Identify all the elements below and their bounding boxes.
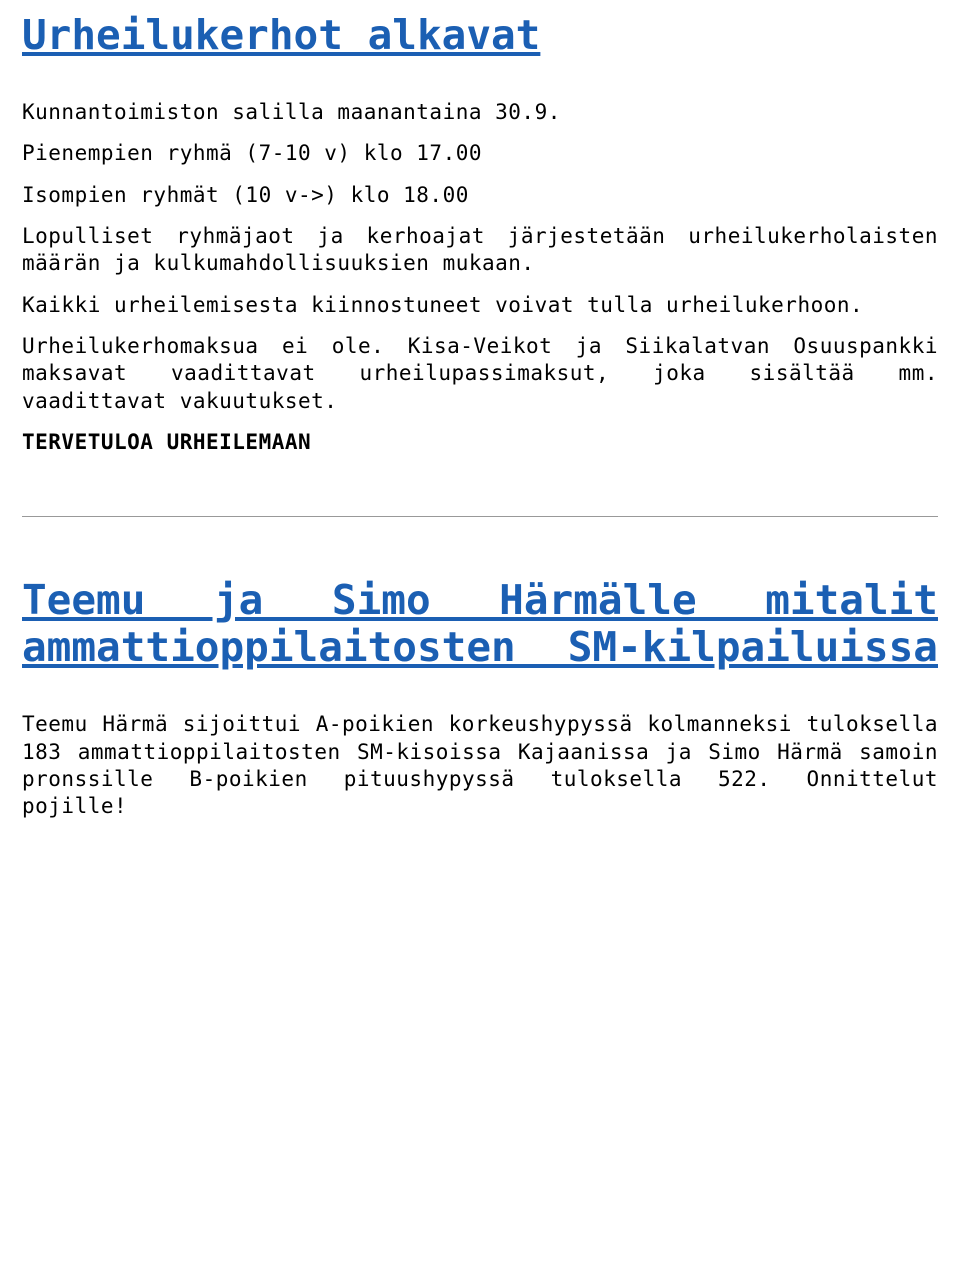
article-1: Urheilukerhot alkavat Kunnantoimiston sa… [22,12,938,456]
divider [22,516,938,517]
article-1-p6: Urheilukerhomaksua ei ole. Kisa-Veikot j… [22,333,938,415]
article-2: Teemu ja Simo Härmälle mitalit ammattiop… [22,577,938,820]
article-1-p3: Isompien ryhmät (10 v->) klo 18.00 [22,182,938,209]
article-1-p2: Pienempien ryhmä (7-10 v) klo 17.00 [22,140,938,167]
article-1-title[interactable]: Urheilukerhot alkavat [22,12,938,59]
article-2-title[interactable]: Teemu ja Simo Härmälle mitalit ammattiop… [22,577,938,671]
article-1-p5: Kaikki urheilemisesta kiinnostuneet voiv… [22,292,938,319]
article-1-p7: TERVETULOA URHEILEMAAN [22,429,938,456]
article-2-p1: Teemu Härmä sijoittui A-poikien korkeush… [22,711,938,820]
article-1-p1: Kunnantoimiston salilla maanantaina 30.9… [22,99,938,126]
article-1-p4: Lopulliset ryhmäjaot ja kerhoajat järjes… [22,223,938,278]
